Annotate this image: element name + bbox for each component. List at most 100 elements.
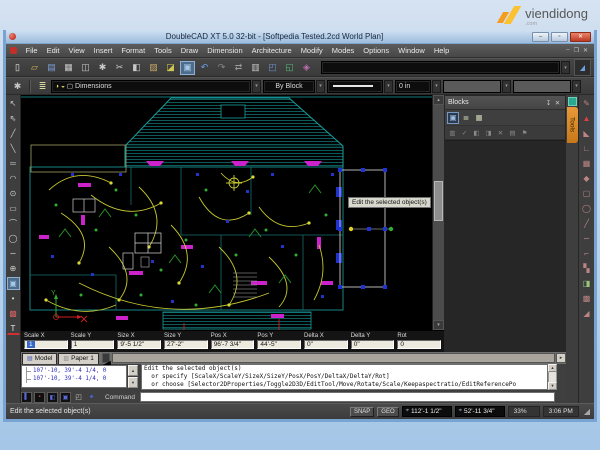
- workspace-icon[interactable]: ◰: [265, 61, 280, 75]
- flyout-button[interactable]: [574, 59, 591, 76]
- paste-icon[interactable]: ▨: [146, 61, 161, 75]
- minimize-button[interactable]: –: [532, 31, 549, 42]
- size-x-input[interactable]: 9'-5 1/2": [117, 340, 162, 349]
- tab-scroll-left[interactable]: ◂: [101, 353, 111, 373]
- color-combo[interactable]: By Block: [263, 79, 315, 93]
- cmd-style-button-2[interactable]: ▪: [34, 391, 45, 403]
- scale-x-input[interactable]: 1: [24, 340, 68, 349]
- gear-icon[interactable]: ✱: [10, 79, 25, 93]
- tab-paper-1[interactable]: ▥ Paper 1: [58, 352, 99, 364]
- mdi-restore-icon[interactable]: ❐: [574, 47, 579, 54]
- render-icon[interactable]: ◱: [282, 61, 297, 75]
- prompt-scroll-track[interactable]: [548, 372, 557, 382]
- blocks-list-area[interactable]: [445, 140, 565, 351]
- blocks-icon[interactable]: ▚: [580, 262, 593, 275]
- list-view-icon[interactable]: ≣: [460, 112, 472, 124]
- bracket-icon[interactable]: ⌐: [580, 247, 593, 260]
- history-item[interactable]: 107'-10, 39'-4 1/4, 0: [26, 367, 124, 375]
- format-brush-icon[interactable]: ◪: [163, 61, 178, 75]
- save-icon[interactable]: ▤: [44, 61, 59, 75]
- rot-input[interactable]: 0: [397, 340, 442, 349]
- vertical-scroll-thumb[interactable]: [434, 181, 443, 221]
- canvas-vertical-scrollbar[interactable]: ▴ ▾: [432, 95, 444, 330]
- pen-width-dropdown[interactable]: ▾: [432, 79, 441, 93]
- corner-icon[interactable]: ◣: [580, 127, 593, 140]
- color-combo-dropdown[interactable]: ▾: [316, 79, 325, 93]
- circle-tool-icon[interactable]: ◯: [7, 232, 20, 245]
- prompt-scroll-down-icon[interactable]: ▾: [548, 382, 557, 390]
- size-y-input[interactable]: 27'-2": [164, 340, 208, 349]
- selector-combo-dropdown[interactable]: ▾: [561, 61, 570, 74]
- scroll-down-icon[interactable]: ▾: [433, 320, 444, 330]
- app-icon[interactable]: [9, 33, 16, 40]
- cmd-style-button-1[interactable]: ▌: [21, 391, 32, 403]
- menu-window[interactable]: Window: [394, 46, 430, 55]
- multiline-tool-icon[interactable]: ═: [7, 157, 20, 170]
- image-icon[interactable]: ▣: [180, 60, 195, 75]
- command-input[interactable]: [139, 392, 555, 402]
- image-tool-icon[interactable]: ▣: [6, 277, 20, 290]
- layers-icon[interactable]: ≣: [35, 79, 50, 93]
- circle-icon[interactable]: ◯: [580, 202, 593, 215]
- horizontal-scrollbar[interactable]: [111, 353, 555, 363]
- block-duplicate-icon[interactable]: ▤: [507, 127, 518, 138]
- menu-tools[interactable]: Tools: [150, 46, 177, 55]
- print-preview-icon[interactable]: ◫: [78, 61, 93, 75]
- cmd-style-button-3[interactable]: ◧: [47, 391, 58, 403]
- block-flag-icon[interactable]: ⚑: [519, 127, 530, 138]
- settings-icon[interactable]: ✱: [95, 61, 110, 75]
- pen-width-combo[interactable]: 0 in: [395, 79, 431, 93]
- prompt-scroll-up-icon[interactable]: ▴: [548, 364, 557, 372]
- delta-x-input[interactable]: 0": [304, 340, 348, 349]
- history-up-icon[interactable]: ▴: [128, 365, 138, 376]
- history-item[interactable]: 107'-10, 39'-4 1/4, 0: [26, 375, 124, 383]
- arc-tool-icon[interactable]: ◠: [7, 172, 20, 185]
- menu-view[interactable]: View: [64, 46, 89, 55]
- library-icon[interactable]: ◈: [299, 61, 314, 75]
- rectangle-tool-icon[interactable]: ▭: [7, 202, 20, 215]
- edit-content-icon[interactable]: ▥: [447, 127, 458, 138]
- open-icon[interactable]: ▱: [27, 61, 42, 75]
- palette-icon[interactable]: [567, 97, 577, 106]
- arc3-tool-icon[interactable]: ⌒: [7, 217, 20, 230]
- tab-model[interactable]: ▤ Model: [22, 352, 58, 364]
- node-edit-tool-icon[interactable]: ⇖: [7, 112, 20, 125]
- square-icon[interactable]: ▢: [580, 187, 593, 200]
- redo-icon[interactable]: ↷: [214, 61, 229, 75]
- menu-draw[interactable]: Draw: [176, 46, 203, 55]
- snap-toggle[interactable]: SNAP: [349, 406, 375, 417]
- maximize-button[interactable]: ▫: [551, 31, 568, 42]
- pos-y-input[interactable]: 44'-5": [257, 340, 302, 349]
- wave-icon[interactable]: ∽: [580, 232, 593, 245]
- spline-tool-icon[interactable]: ∽: [7, 247, 20, 260]
- menu-edit[interactable]: Edit: [42, 46, 64, 55]
- slash-icon[interactable]: ╱: [580, 217, 593, 230]
- window-dot-icon[interactable]: ◰: [73, 392, 84, 403]
- command-prompt-output[interactable]: Edit the selected object(s) or specify […: [141, 364, 548, 390]
- center-circle-tool-icon[interactable]: ⊙: [7, 187, 20, 200]
- grid-icon[interactable]: ▦: [580, 157, 593, 170]
- cmd-style-button-4[interactable]: ▣: [60, 391, 71, 403]
- polyline-tool-icon[interactable]: ╲: [7, 142, 20, 155]
- point-tool-icon[interactable]: •: [7, 292, 20, 305]
- line-style-combo[interactable]: [327, 79, 383, 93]
- zoom-level[interactable]: 33%: [507, 406, 540, 417]
- insert-object-icon[interactable]: ⇄: [231, 61, 246, 75]
- pin-icon[interactable]: ↧: [544, 99, 553, 107]
- menu-options[interactable]: Options: [359, 46, 394, 55]
- hatch-icon[interactable]: ▩: [580, 292, 593, 305]
- new-icon[interactable]: ▯: [10, 61, 25, 75]
- delta-y-input[interactable]: 0": [350, 340, 395, 349]
- document-icon[interactable]: [10, 47, 17, 54]
- history-down-icon[interactable]: ▾: [128, 377, 138, 388]
- scale-y-input[interactable]: 1: [70, 340, 115, 349]
- confirm-icon[interactable]: ✓: [459, 127, 470, 138]
- close-button[interactable]: ✕: [570, 31, 591, 42]
- line-tool-icon[interactable]: ╱: [7, 127, 20, 140]
- select-tool-icon[interactable]: ↖: [7, 97, 20, 110]
- coordinate-y-display[interactable]: ⌖ 52'-11 3/4": [454, 406, 505, 417]
- block-copy-icon[interactable]: ◧: [471, 127, 482, 138]
- copy2-icon[interactable]: ◨: [580, 277, 593, 290]
- menu-modify[interactable]: Modify: [296, 46, 327, 55]
- warning-icon[interactable]: ▲: [580, 112, 593, 125]
